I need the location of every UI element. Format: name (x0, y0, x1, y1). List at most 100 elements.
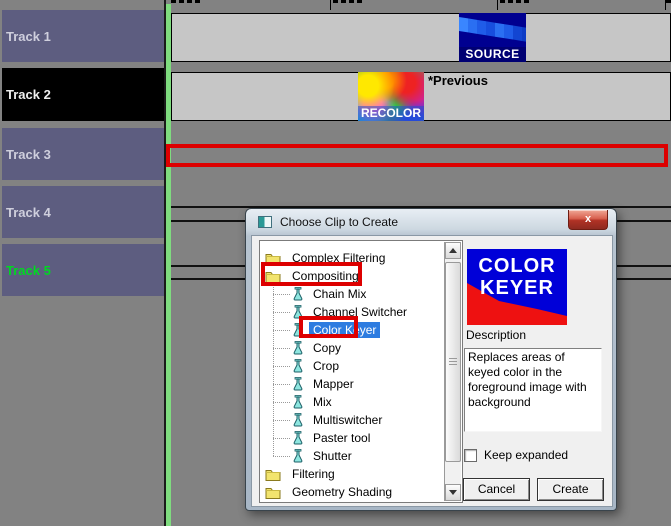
folder-icon (265, 486, 281, 499)
flask-icon (292, 395, 304, 409)
flask-icon (292, 431, 304, 445)
tree-item-label: Multiswitcher (313, 413, 383, 427)
tree-item-geometry-shading[interactable]: Geometry Shading (260, 483, 462, 501)
thumb-grip-icon (449, 358, 457, 367)
ruler-separator (497, 0, 498, 10)
scroll-up-button[interactable] (445, 242, 461, 259)
track-label-1[interactable]: Track 1 (2, 10, 164, 62)
clip-type-tree[interactable]: Complex Filtering Compositing Chain Mix … (259, 240, 463, 503)
tree-item-compositing[interactable]: Compositing (260, 267, 462, 285)
flask-icon (292, 359, 304, 373)
tree-item-label: Copy (313, 341, 342, 355)
ruler-tick-group (500, 0, 529, 3)
keep-expanded-row[interactable]: Keep expanded (464, 448, 568, 462)
track-label-text: Track 4 (6, 204, 51, 220)
tree-item-copy[interactable]: Copy (260, 339, 462, 357)
flask-icon (292, 305, 304, 319)
tree-item-shutter[interactable]: Shutter (260, 447, 462, 465)
track-label-2[interactable]: Track 2 (2, 68, 164, 121)
keep-expanded-checkbox[interactable] (464, 448, 477, 462)
tree-connector (273, 420, 290, 421)
cancel-button[interactable]: Cancel (463, 478, 530, 501)
flask-icon (292, 323, 304, 337)
tree-scrollbar[interactable] (444, 242, 461, 501)
track-label-text: Track 1 (6, 28, 51, 44)
flask-icon (292, 449, 304, 463)
recolor-clip-label: RECOLOR (358, 106, 424, 121)
tree-item-chain-mix[interactable]: Chain Mix (260, 285, 462, 303)
tree-item-label: Shutter (313, 449, 352, 463)
keep-expanded-label: Keep expanded (484, 448, 569, 462)
track-label-4[interactable]: Track 4 (2, 186, 164, 238)
tree-connector (273, 402, 290, 403)
folder-icon (265, 468, 281, 481)
source-clip-label: SOURCE (459, 47, 526, 62)
track-label-text: Track 5 (6, 262, 51, 278)
recolor-clip[interactable]: RECOLOR (358, 72, 424, 121)
tree-item-label: Chain Mix (313, 287, 367, 301)
tree-connector (273, 384, 290, 385)
flask-icon (292, 287, 304, 301)
scrollbar-thumb[interactable] (445, 262, 461, 462)
track-label-5[interactable]: Track 5 (2, 244, 164, 296)
description-label: Description (466, 328, 527, 342)
ruler-tick-group (333, 0, 362, 3)
flask-icon (292, 377, 304, 391)
tree-item-color-keyer[interactable]: Color Keyer (260, 321, 462, 339)
folder-icon (265, 270, 281, 283)
ruler-separator (665, 0, 666, 10)
tree-item-label: Geometry Shading (292, 485, 393, 499)
tree-item-mapper[interactable]: Mapper (260, 375, 462, 393)
tree-item-label: Complex Filtering (292, 251, 386, 265)
tree-connector (273, 348, 290, 349)
tree-item-multiswitcher[interactable]: Multiswitcher (260, 411, 462, 429)
track1-clip-row[interactable] (171, 13, 671, 62)
preview-text-line1: COLOR (478, 255, 556, 277)
dialog-content: Complex Filtering Compositing Chain Mix … (251, 235, 613, 507)
scroll-down-button[interactable] (445, 484, 461, 501)
previous-clip-text: *Previous (428, 73, 488, 88)
clip-preview-image: COLOR KEYER (467, 249, 567, 325)
tree-item-paster-tool[interactable]: Paster tool (260, 429, 462, 447)
annotation-track3-row (166, 144, 668, 167)
ruler-tick-group (171, 0, 200, 3)
ruler-tick-group (666, 0, 671, 3)
flask-icon (292, 413, 304, 427)
tree-item-label: Crop (313, 359, 340, 373)
description-text: Replaces areas of keyed color in the for… (464, 348, 602, 432)
dialog-titlebar[interactable]: Choose Clip to Create x (246, 209, 616, 235)
preview-text-line2: KEYER (480, 277, 554, 299)
tree-item-label: Compositing (292, 269, 359, 283)
app-window: { "timeline": { "tracks": [ {"label": "T… (0, 0, 671, 526)
tree-connector (273, 294, 290, 295)
tree-item-filtering[interactable]: Filtering (260, 465, 462, 483)
track-label-3[interactable]: Track 3 (2, 128, 164, 180)
flask-icon (292, 341, 304, 355)
tree-item-channel-switcher[interactable]: Channel Switcher (260, 303, 462, 321)
tree-item-mix[interactable]: Mix (260, 393, 462, 411)
tree-connector (273, 456, 290, 457)
track-label-text: Track 2 (6, 87, 51, 102)
tree-item-label: Mix (313, 395, 332, 409)
source-clip[interactable]: SOURCE (459, 13, 526, 62)
tree-item-crop[interactable]: Crop (260, 357, 462, 375)
track-label-text: Track 3 (6, 146, 51, 162)
dialog-window-icon (258, 216, 272, 228)
tree-item-label: Color Keyer (309, 322, 381, 338)
create-button[interactable]: Create (537, 478, 604, 501)
tree-item-label: Channel Switcher (313, 305, 408, 319)
tree-item-label: Filtering (292, 467, 335, 481)
tree-connector (273, 330, 290, 331)
tree-item-label: Paster tool (313, 431, 371, 445)
arrow-down-icon (449, 490, 457, 495)
close-button[interactable]: x (568, 210, 608, 230)
tree-connector (273, 438, 290, 439)
tree-connector (273, 312, 290, 313)
choose-clip-dialog: Choose Clip to Create x Complex Filterin… (245, 208, 617, 511)
folder-icon (265, 252, 281, 265)
dialog-title: Choose Clip to Create (280, 215, 399, 229)
tree-item-label: Mapper (313, 377, 354, 391)
tree-connector (273, 366, 290, 367)
tree-item-complex-filtering[interactable]: Complex Filtering (260, 249, 462, 267)
arrow-up-icon (449, 248, 457, 253)
